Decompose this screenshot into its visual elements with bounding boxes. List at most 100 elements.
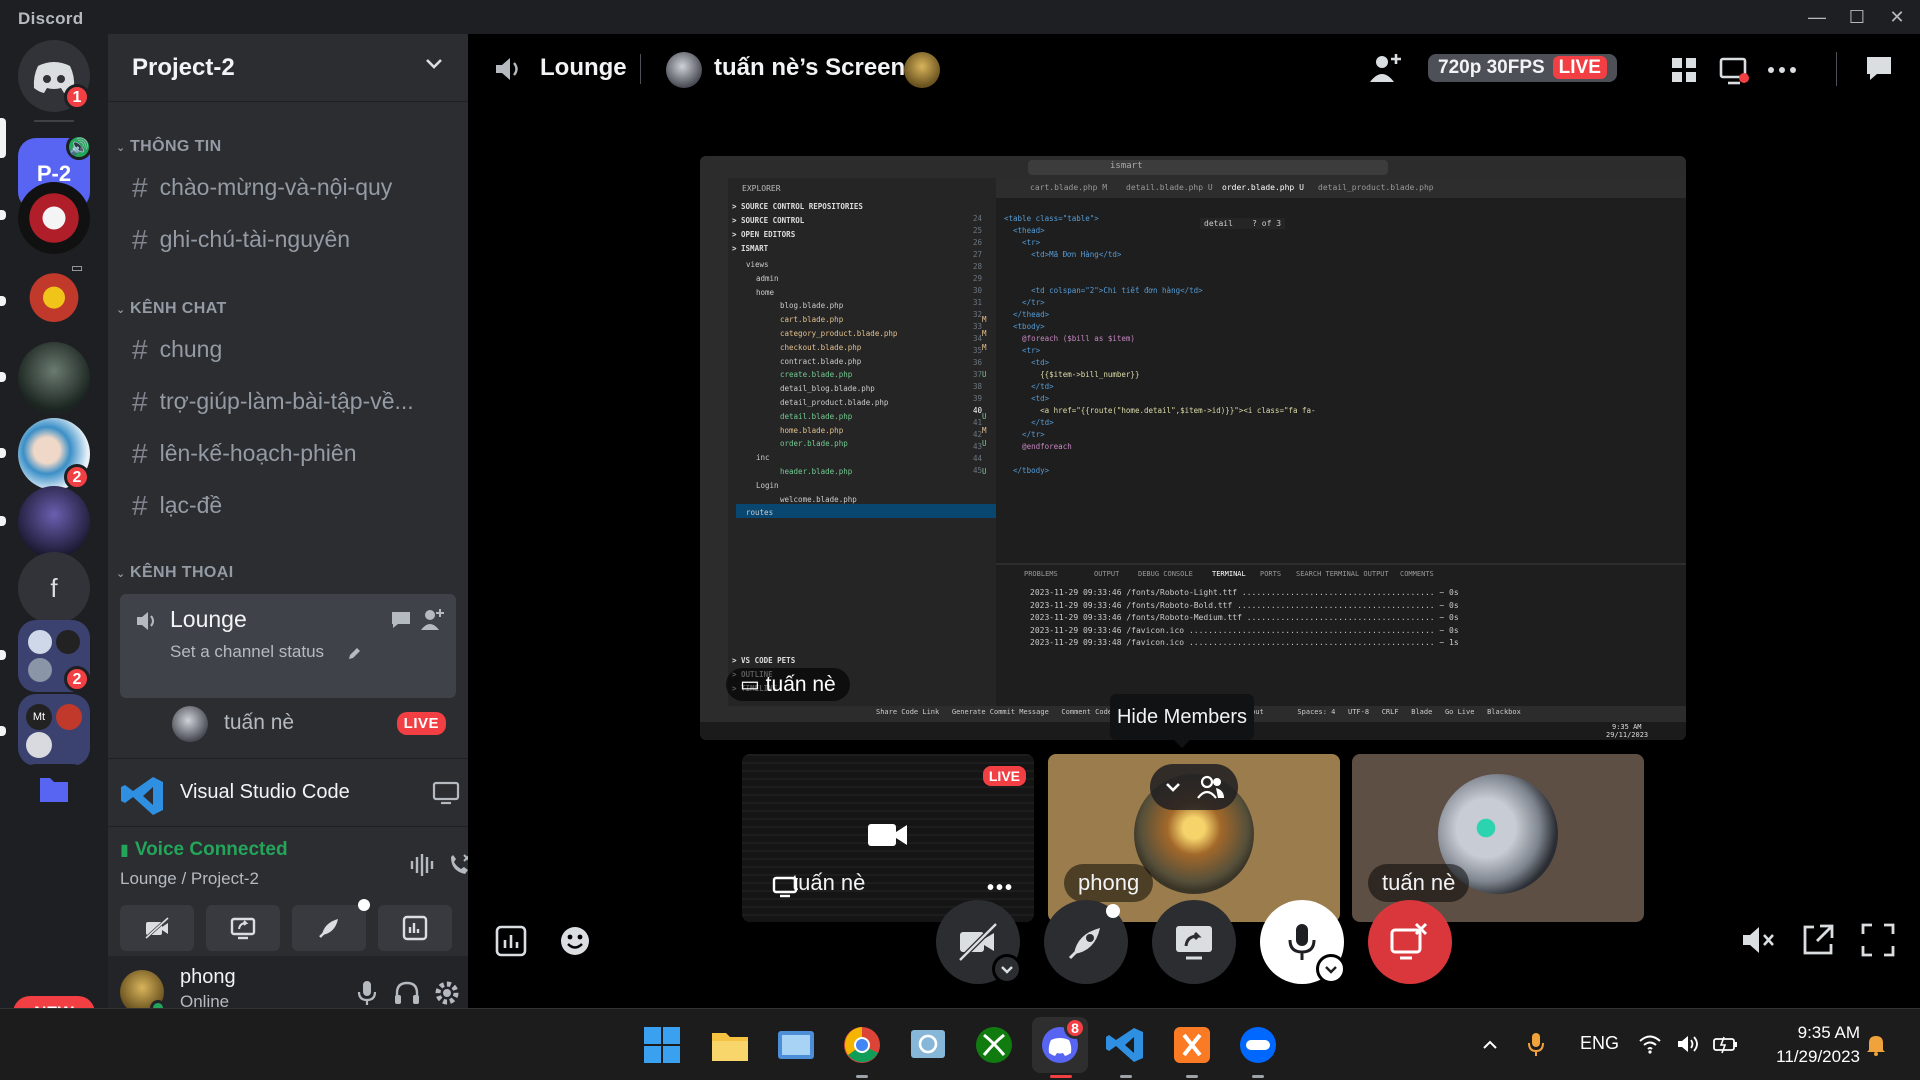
category-kenh-chat[interactable]: ⌄ KÊNH CHAT — [116, 300, 227, 318]
wifi-icon[interactable] — [1638, 1033, 1662, 1055]
invite-user-icon[interactable] — [420, 606, 446, 632]
vscode-taskbar-icon[interactable] — [1106, 1025, 1146, 1065]
screen-share-settings-icon[interactable] — [432, 779, 460, 807]
xbox-icon[interactable] — [974, 1025, 1014, 1065]
hash-icon: # — [132, 224, 148, 255]
channel-sidebar: Project-2 ⌄ THÔNG TIN # chào-mừng-và-nội-q… — [108, 34, 471, 1028]
voice-member-tuan-ne[interactable]: tuấn nè LIVE — [172, 704, 468, 744]
participant-tile-phong[interactable]: phong — [1048, 754, 1340, 922]
server-icon-f[interactable]: f — [18, 552, 90, 624]
explorer-file: home.blade.php — [780, 425, 844, 435]
chat-bubble-icon[interactable] — [390, 610, 412, 630]
screen-share-icon — [230, 917, 256, 940]
git-mark: M — [982, 315, 987, 325]
photos-app-icon[interactable] — [776, 1025, 816, 1065]
viewer-avatar[interactable] — [904, 52, 940, 88]
mic-options-button[interactable] — [1316, 954, 1346, 984]
server-icon-3[interactable] — [18, 182, 90, 254]
server-header[interactable]: Project-2 — [108, 34, 468, 102]
server-icon-7[interactable] — [18, 486, 90, 558]
git-mark: M — [982, 329, 987, 338]
settings-gear-icon[interactable] — [432, 978, 462, 1008]
maximize-button[interactable]: ☐ — [1844, 4, 1870, 30]
channel-tro-giup[interactable]: # trợ-giúp-làm-bài-tập-về... — [132, 386, 452, 418]
chrome-icon[interactable] — [842, 1025, 882, 1065]
chat-icon[interactable] — [1864, 54, 1894, 84]
running-indicator — [856, 1075, 868, 1078]
battery-icon[interactable] — [1712, 1033, 1740, 1055]
git-mark: M — [982, 342, 987, 352]
system-clock[interactable]: 9:35 AM 11/29/2023 — [1776, 1021, 1860, 1069]
volume-muted-icon[interactable] — [1740, 922, 1776, 958]
grid-layout-icon[interactable] — [1670, 56, 1698, 84]
pop-out-icon[interactable] — [1800, 922, 1836, 958]
microphone-icon[interactable] — [352, 978, 382, 1008]
stream-quality-badge[interactable]: 720p 30FPS LIVE — [1428, 54, 1617, 82]
channel-lac-de[interactable]: # lạc-đề — [132, 490, 452, 522]
fullscreen-icon[interactable] — [1860, 922, 1896, 958]
panel-tab: OUTPUT — [1094, 570, 1120, 578]
code-line: <a href="{{route("home.detail",$item->id… — [1004, 406, 1316, 415]
soundboard-button[interactable] — [378, 905, 452, 951]
remote-desktop-icon[interactable] — [908, 1025, 948, 1065]
channel-status-input[interactable]: Set a channel status — [170, 642, 324, 662]
more-options-icon[interactable] — [1766, 56, 1798, 84]
soundboard-icon[interactable] — [494, 924, 528, 958]
channel-chung[interactable]: # chung — [132, 334, 452, 366]
windows-start-icon[interactable] — [642, 1025, 682, 1065]
explorer-title: EXPLORER — [742, 184, 781, 193]
camera-toggle-button[interactable] — [936, 900, 1022, 984]
mute-button[interactable] — [1260, 900, 1346, 984]
code-line: </thead> — [1004, 310, 1050, 319]
participant-tile-tuan-ne-stream[interactable]: LIVE tuấn nè ••• — [742, 754, 1034, 922]
server-icon-6[interactable]: 2 — [18, 418, 90, 490]
folder-mt-avatar: Mt — [26, 704, 52, 730]
share-screen-button[interactable] — [1152, 900, 1236, 984]
explorer-file: welcome.blade.php — [780, 494, 857, 504]
minimize-button[interactable]: — — [1804, 4, 1830, 30]
server-folder-1[interactable]: 2 — [18, 620, 90, 692]
home-button[interactable]: 1 — [18, 40, 90, 112]
microphone-tray-icon[interactable] — [1526, 1031, 1546, 1059]
participant-tile-tuan-ne[interactable]: tuấn nè — [1352, 754, 1644, 922]
xampp-icon[interactable] — [1172, 1025, 1212, 1065]
server-folder-2[interactable]: Mt — [18, 694, 90, 766]
server-icon-5[interactable] — [18, 342, 90, 414]
pencil-icon[interactable] — [346, 646, 362, 662]
line-number: 29 — [972, 274, 982, 283]
chevron-up-icon[interactable] — [1480, 1035, 1500, 1055]
headphones-icon[interactable] — [392, 978, 422, 1008]
channel-label: chào-mừng-và-nội-quy — [159, 174, 393, 200]
noise-suppression-icon[interactable] — [408, 851, 436, 879]
category-thong-tin[interactable]: ⌄ THÔNG TIN — [116, 138, 222, 156]
camera-options-button[interactable] — [992, 954, 1022, 984]
voice-channel-lounge[interactable]: Lounge Set a channel status — [120, 594, 456, 698]
voice-speaker-icon: 🔊 — [66, 134, 92, 160]
stream-topbar: Lounge tuấn nè’s Screen 720p 30FPS LIVE — [468, 34, 1920, 102]
stop-streaming-icon[interactable] — [1718, 54, 1750, 86]
channel-chao-mung[interactable]: # chào-mừng-và-nội-quy — [132, 172, 452, 204]
activities-button[interactable] — [292, 899, 370, 951]
channel-len-ke-hoach[interactable]: # lên-kế-hoạch-phiên — [132, 438, 452, 470]
activities-button[interactable] — [1044, 900, 1128, 984]
volume-icon[interactable] — [1676, 1033, 1700, 1055]
hide-members-button[interactable] — [1150, 764, 1238, 810]
file-explorer-icon[interactable] — [710, 1025, 750, 1065]
notification-bell-icon[interactable] — [1864, 1033, 1888, 1057]
folder-icon[interactable] — [18, 764, 90, 814]
leave-call-button[interactable] — [1368, 900, 1452, 984]
language-indicator[interactable]: ENG — [1580, 1033, 1619, 1054]
close-window-button[interactable]: ✕ — [1884, 4, 1910, 30]
zalo-icon[interactable] — [1238, 1025, 1278, 1065]
server-icon-4[interactable]: ▭ — [18, 254, 90, 330]
channel-ghi-chu[interactable]: # ghi-chú-tài-nguyên — [132, 224, 452, 256]
emoji-reaction-icon[interactable] — [558, 924, 592, 958]
tile-more-button[interactable]: ••• — [987, 877, 1014, 900]
shared-screen[interactable]: ismart EXPLORER > SOURCE CONTROL REPOSITOR… — [700, 156, 1686, 740]
add-friend-icon[interactable] — [1368, 50, 1404, 86]
category-kenh-thoai[interactable]: ⌄ KÊNH THOẠI — [116, 564, 234, 582]
camera-toggle-button[interactable] — [120, 905, 194, 951]
git-mark: U — [982, 467, 987, 476]
code-line: <tbody> — [1004, 322, 1045, 331]
share-screen-button[interactable] — [206, 905, 280, 951]
